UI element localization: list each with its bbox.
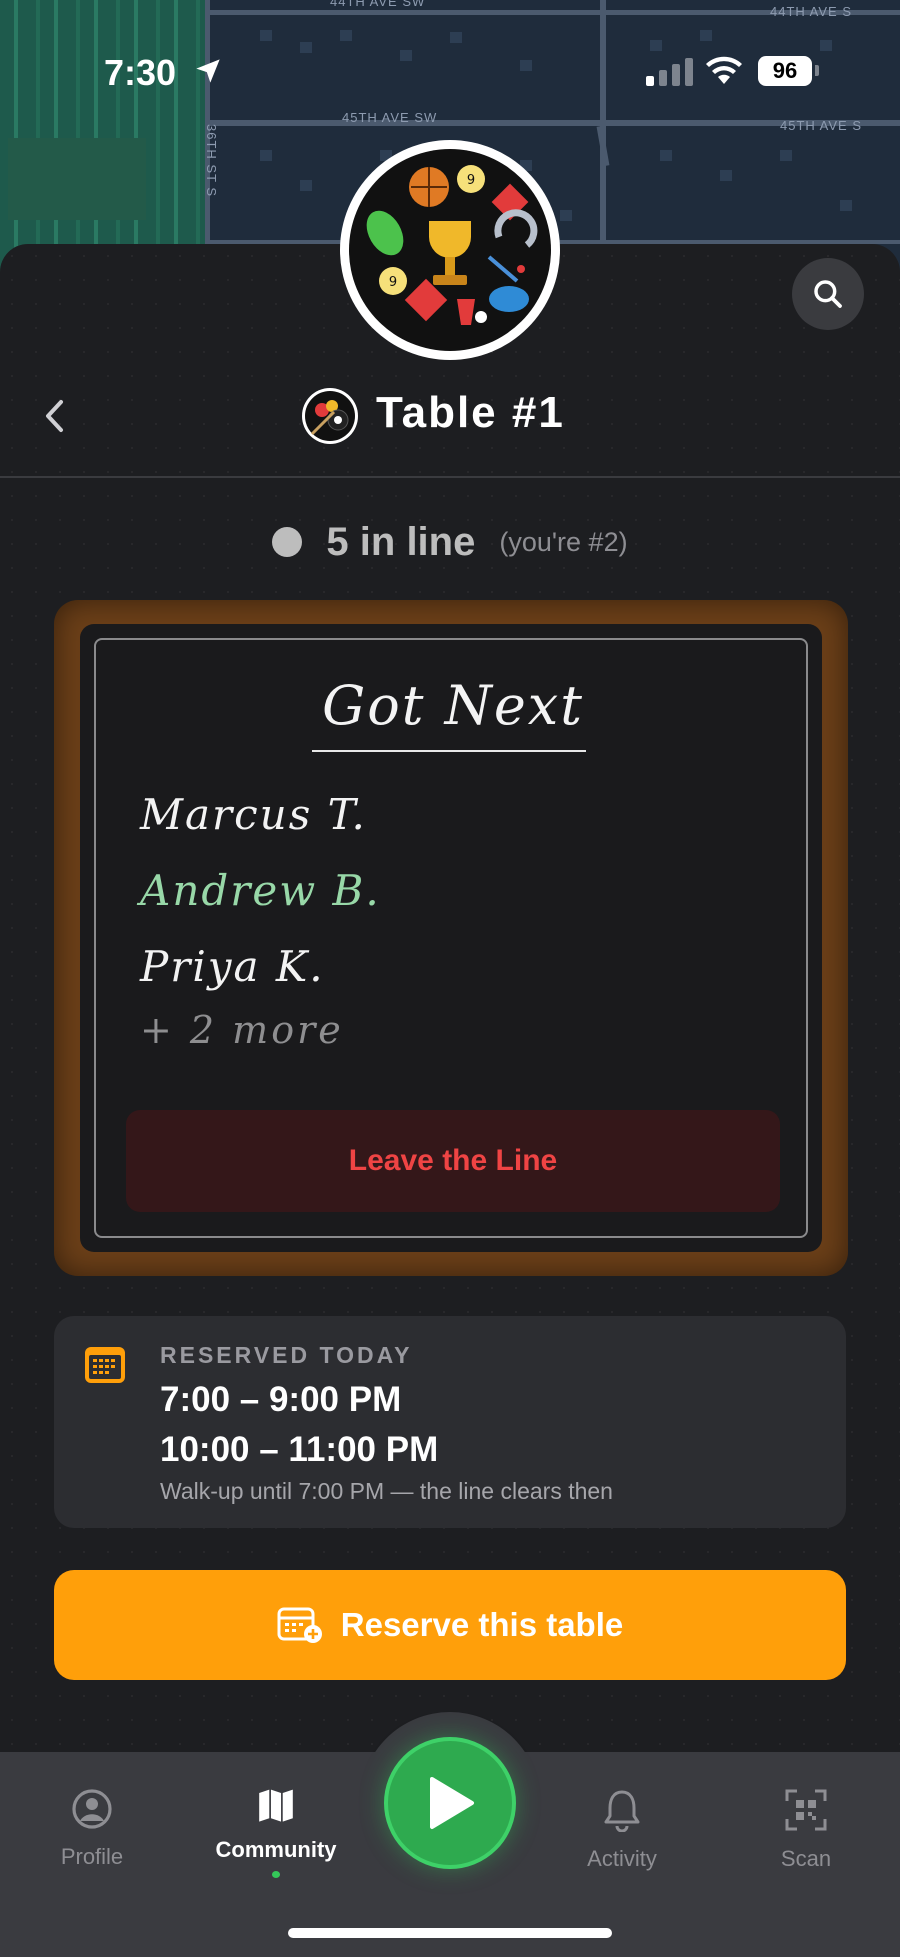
calendar-icon: [85, 1347, 125, 1383]
reserved-label: RESERVED TODAY: [160, 1342, 413, 1368]
active-tab-dot: [272, 1871, 280, 1878]
map-park-block: [8, 138, 146, 220]
queue-count: 5 in line: [326, 519, 476, 564]
venue-avatar: 9 9: [340, 140, 560, 360]
reserved-time-slot: 10:00 – 11:00 PM: [160, 1430, 439, 1469]
tab-label: Profile: [60, 1844, 124, 1869]
tab-profile[interactable]: Profile: [2, 1788, 182, 1878]
page-title: Table #1: [376, 388, 565, 437]
play-icon: [430, 1777, 474, 1829]
battery-tip: [815, 65, 819, 76]
billiards-icon: [302, 388, 358, 444]
reserved-time-slot: 7:00 – 9:00 PM: [160, 1380, 402, 1419]
status-time: 7:30: [104, 52, 177, 93]
calendar-add-icon: [277, 1607, 322, 1643]
queue-status-dot: [272, 527, 303, 557]
queue-name: Priya K.: [140, 942, 325, 991]
reserve-table-button[interactable]: Reserve this table: [54, 1570, 846, 1680]
reserved-card: RESERVED TODAY 7:00 – 9:00 PM 10:00 – 11…: [54, 1316, 846, 1528]
tab-scan[interactable]: Scan: [716, 1788, 896, 1878]
queue-position: (you're #2): [499, 526, 628, 557]
svg-text:9: 9: [467, 173, 475, 188]
qr-scan-icon: [785, 1789, 827, 1831]
board-title: Got Next: [322, 674, 584, 737]
leave-line-button[interactable]: Leave the Line: [126, 1110, 780, 1212]
chalkboard: Got Next Marcus T. Andrew B. Priya K. + …: [80, 624, 822, 1252]
status-bar: 7:30 96: [0, 0, 900, 140]
search-icon: [814, 280, 842, 308]
tab-community[interactable]: Community: [186, 1788, 366, 1878]
location-arrow-icon: [196, 59, 220, 83]
reserve-button-label: Reserve this table: [340, 1606, 624, 1643]
bell-icon: [604, 1790, 640, 1832]
queue-name-current-user: Andrew B.: [140, 866, 381, 915]
queue-more: + 2 more: [140, 1008, 344, 1052]
tab-label: Activity: [587, 1846, 657, 1871]
header-divider: [0, 476, 900, 478]
header: Table #1: [0, 380, 900, 450]
play-button[interactable]: [384, 1737, 516, 1869]
tab-activity[interactable]: Activity: [532, 1788, 712, 1878]
reserved-note: Walk-up until 7:00 PM — the line clears …: [160, 1478, 613, 1504]
trophy-sports-icon: 9 9: [366, 165, 538, 325]
battery-indicator: 96: [758, 56, 812, 86]
cellular-signal-icon: [646, 56, 693, 86]
board-title-underline: [312, 750, 586, 752]
wifi-icon: [706, 56, 742, 84]
tab-label: Community: [215, 1837, 337, 1863]
queue-status: 5 in line (you're #2): [0, 514, 900, 570]
svg-text:9: 9: [389, 275, 397, 290]
tab-label: Scan: [780, 1846, 832, 1871]
search-button[interactable]: [792, 258, 864, 330]
chevron-left-icon: [46, 400, 63, 432]
person-circle-icon: [72, 1789, 112, 1829]
home-indicator: [288, 1928, 612, 1938]
chalkboard-frame: Got Next Marcus T. Andrew B. Priya K. + …: [54, 600, 848, 1276]
back-button[interactable]: [36, 394, 72, 438]
map-icon: [259, 1789, 293, 1822]
queue-name: Marcus T.: [140, 790, 367, 839]
